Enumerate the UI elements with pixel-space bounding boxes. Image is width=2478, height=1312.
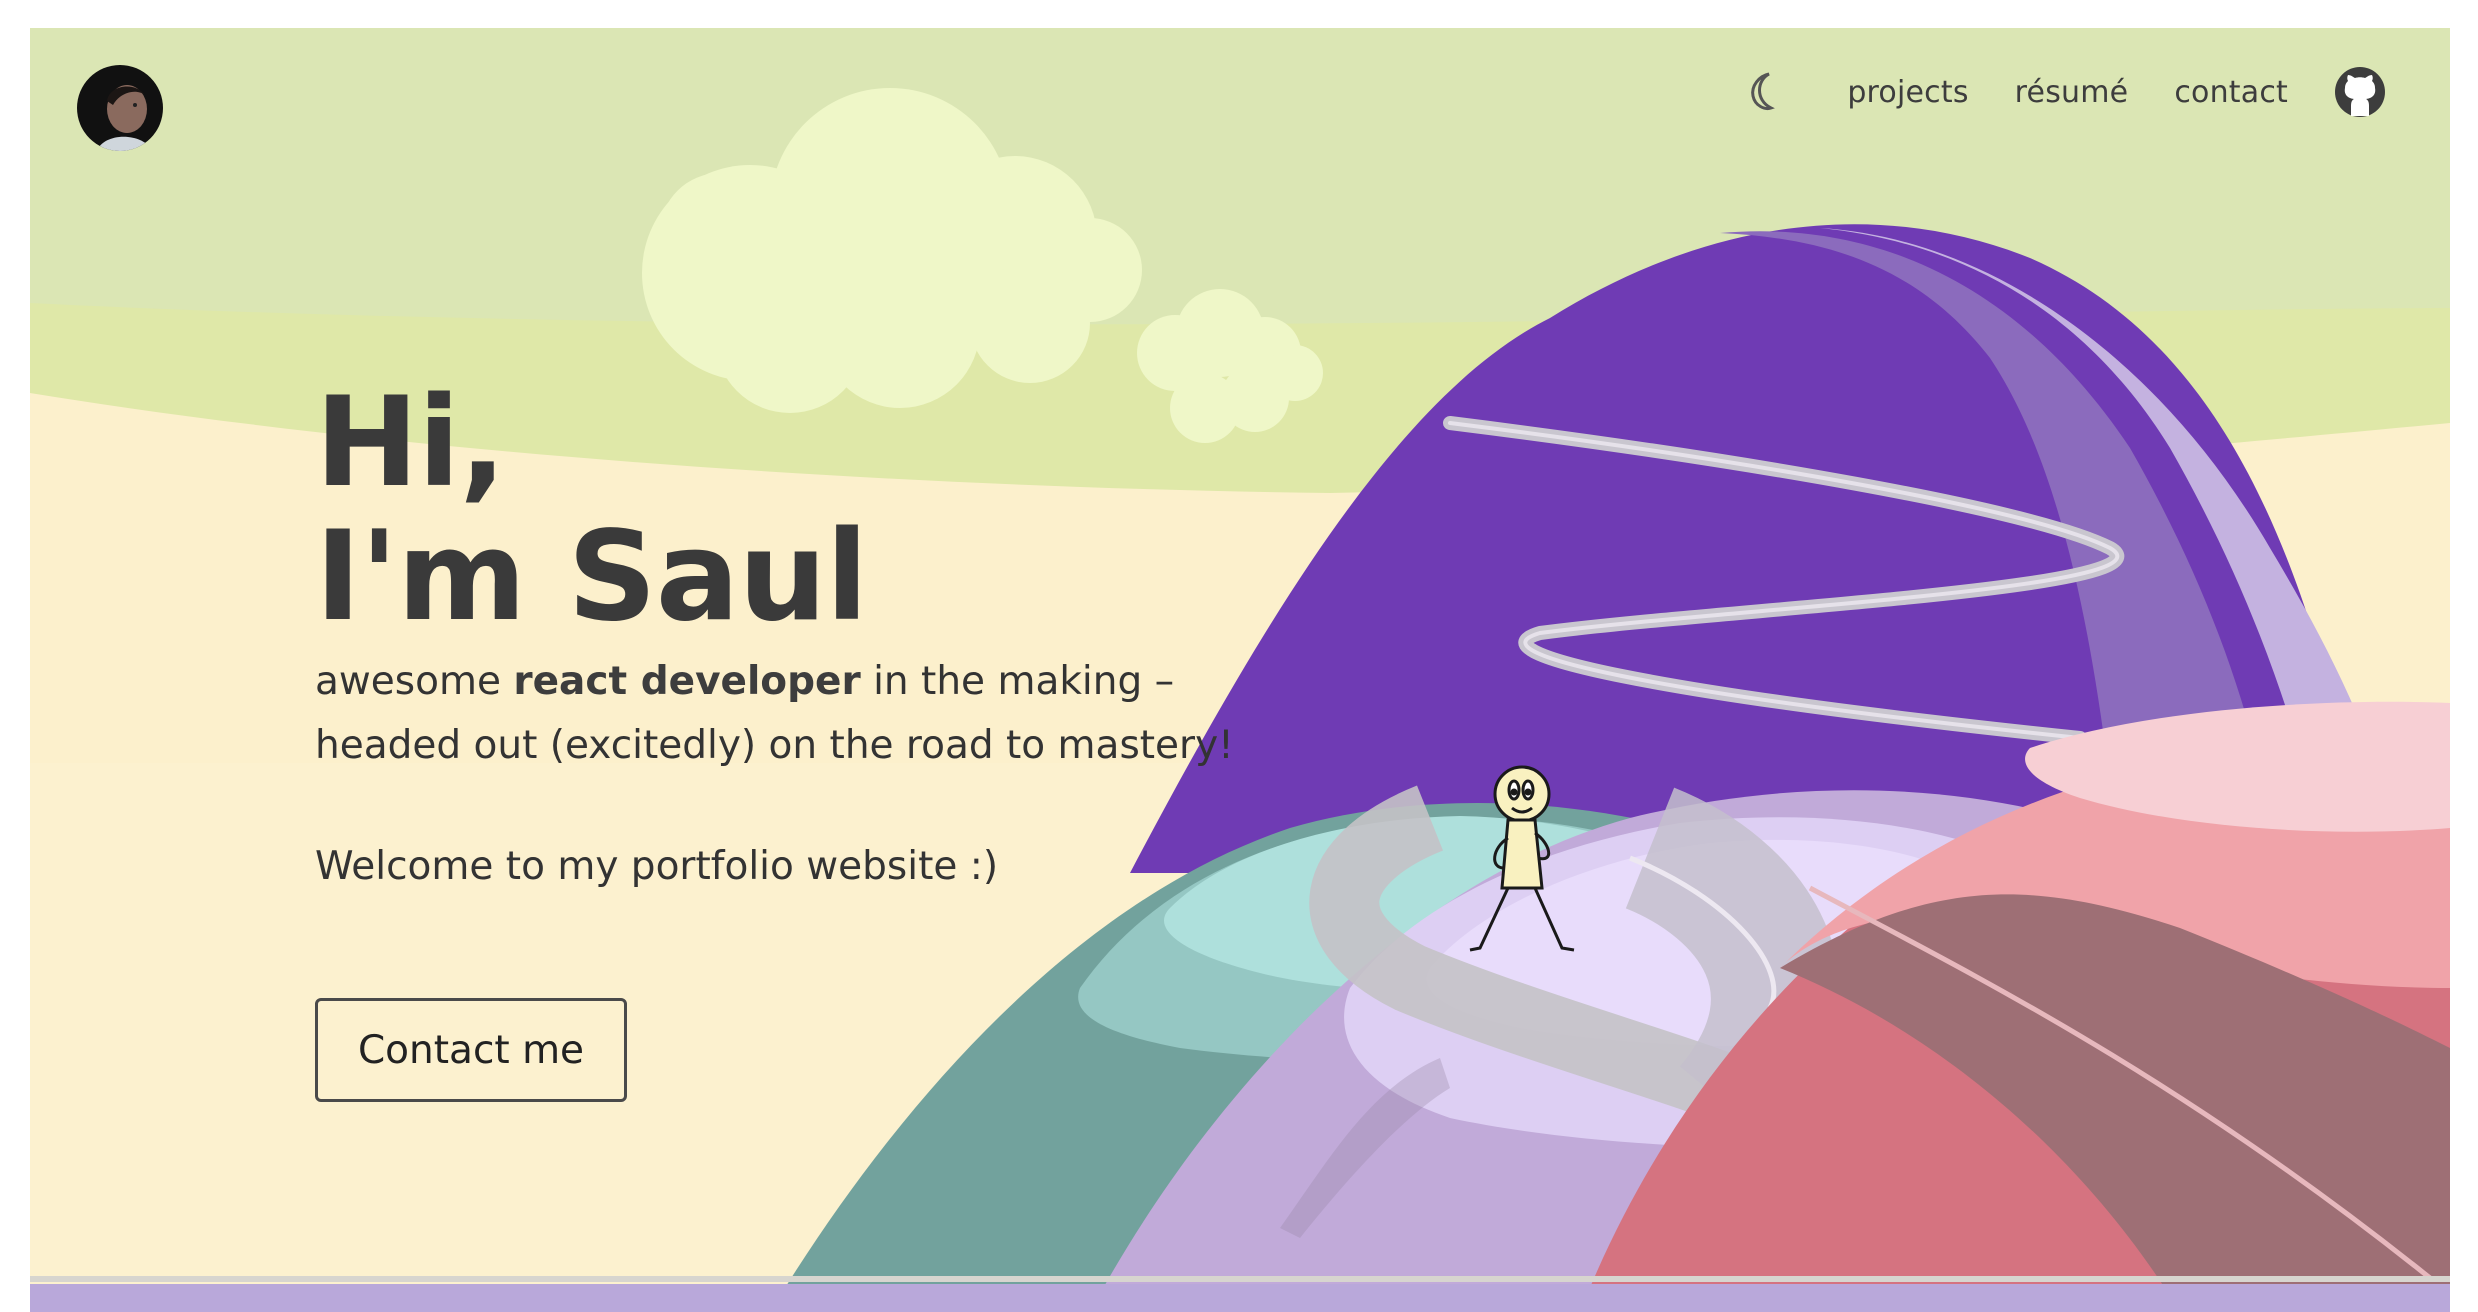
moon-icon[interactable] bbox=[1749, 70, 1785, 114]
hero-greeting: Hi, bbox=[315, 371, 506, 515]
avatar[interactable] bbox=[77, 65, 163, 151]
hero-heading: Hi, I'm Saul bbox=[315, 376, 1295, 644]
hero-subtitle: awesome react developer in the making – … bbox=[315, 650, 1295, 778]
subtitle-line2: headed out (excitedly) on the road to ma… bbox=[315, 723, 1234, 768]
contact-me-button[interactable]: Contact me bbox=[315, 998, 627, 1102]
subtitle-highlight: react developer bbox=[513, 659, 861, 704]
hero-name: I'm Saul bbox=[315, 505, 868, 649]
top-nav: projects résumé contact bbox=[1749, 66, 2386, 118]
github-icon[interactable] bbox=[2334, 66, 2386, 118]
subtitle-part2: in the making – bbox=[860, 659, 1175, 704]
avatar-image bbox=[77, 65, 163, 151]
nav-link-contact[interactable]: contact bbox=[2174, 75, 2288, 110]
subtitle-part1: awesome bbox=[315, 659, 514, 704]
nav-link-resume[interactable]: résumé bbox=[2015, 75, 2129, 110]
nav-link-projects[interactable]: projects bbox=[1847, 75, 1968, 110]
welcome-text: Welcome to my portfolio website :) bbox=[315, 844, 999, 889]
hero-text: Hi, I'm Saul awesome react developer in … bbox=[315, 376, 1295, 778]
landing-page: projects résumé contact Hi, I'm Saul awe… bbox=[30, 28, 2450, 1312]
